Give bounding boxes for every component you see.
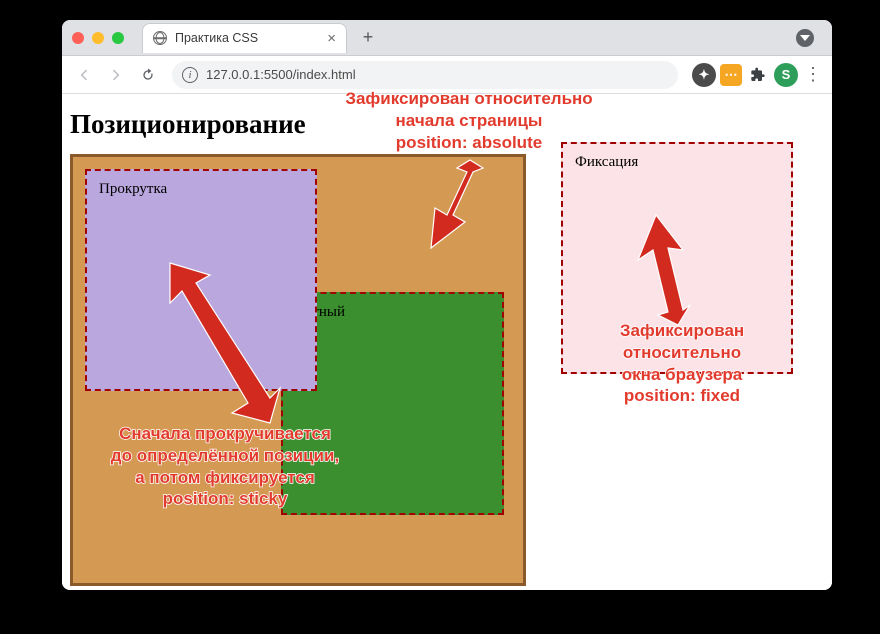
annotation-fixed: Зафиксирован относительно окна браузера …	[567, 320, 797, 407]
window-controls	[72, 32, 124, 44]
browser-tab-active[interactable]: Практика CSS ×	[142, 23, 347, 53]
arrow-absolute	[425, 160, 495, 255]
annotation-sticky: Сначала прокручивается до определённой п…	[85, 423, 365, 510]
fixed-box-label: Фиксация	[575, 154, 638, 170]
chrome-menu-button[interactable]: ⋮	[802, 64, 824, 85]
site-info-icon[interactable]: i	[182, 67, 198, 83]
extension-icon-2[interactable]: ⋯	[720, 64, 742, 86]
globe-icon	[153, 31, 167, 45]
sticky-box-label: Прокрутка	[99, 181, 167, 197]
tabs-menu-button[interactable]	[796, 29, 814, 47]
extension-icon-1[interactable]: ✦	[692, 63, 716, 87]
url-text: 127.0.0.1:5500/index.html	[206, 67, 356, 82]
extensions-menu-icon[interactable]	[746, 63, 770, 87]
address-bar[interactable]: i 127.0.0.1:5500/index.html	[172, 61, 678, 89]
back-button[interactable]	[70, 61, 98, 89]
annotation-absolute: Зафиксирован относительно начала страниц…	[329, 88, 609, 153]
window-close-button[interactable]	[72, 32, 84, 44]
forward-button[interactable]	[102, 61, 130, 89]
tab-close-button[interactable]: ×	[327, 31, 336, 46]
arrow-fixed	[628, 215, 698, 330]
reload-button[interactable]	[134, 61, 162, 89]
arrow-sticky	[170, 263, 280, 428]
new-tab-button[interactable]: +	[355, 25, 381, 51]
window-minimize-button[interactable]	[92, 32, 104, 44]
window-zoom-button[interactable]	[112, 32, 124, 44]
extensions-group: ✦ ⋯ S ⋮	[692, 63, 824, 87]
tab-title: Практика CSS	[175, 31, 258, 45]
titlebar: Практика CSS × +	[62, 20, 832, 56]
profile-avatar[interactable]: S	[774, 63, 798, 87]
